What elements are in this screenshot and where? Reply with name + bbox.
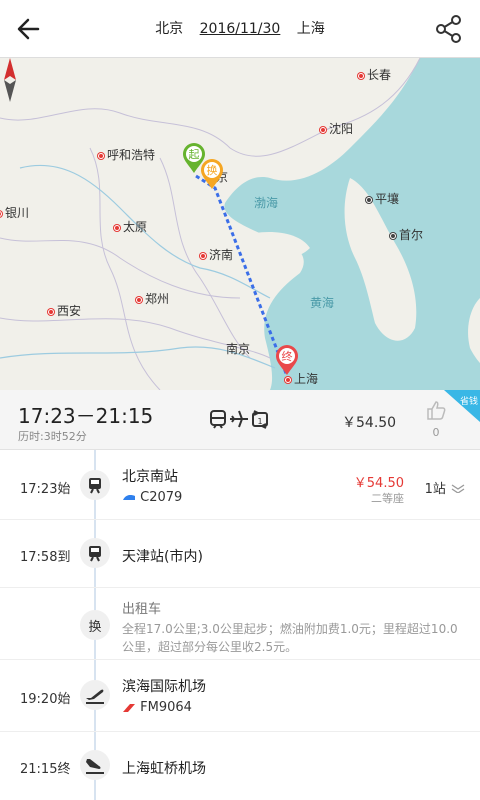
thumbs-up-icon	[427, 401, 446, 420]
route-map[interactable]: 长春 沈阳 呼和浩特 银川 太原 济南 郑州 西安 南京 上海 平壤 首尔 京 …	[0, 58, 480, 390]
city-label: 济南	[200, 246, 233, 263]
city-label: 长春	[358, 66, 391, 83]
end-pin-icon[interactable]: 终	[275, 344, 299, 376]
svg-text:终: 终	[282, 349, 293, 363]
travel-date[interactable]: 2016/11/30	[200, 21, 281, 37]
city-label: 首尔	[390, 226, 423, 243]
list-item[interactable]: 换 出租车 全程17.0公里;3.0公里起步；燃油附加费1.0元；里程超过10.…	[0, 588, 480, 660]
station-name: 上海虹桥机场	[122, 761, 206, 777]
sea-label: 黄海	[310, 296, 335, 310]
list-item[interactable]: 21:15终 上海虹桥机场	[0, 732, 480, 800]
step-time: 19:20始	[20, 692, 71, 707]
seat-class: 二等座	[371, 492, 404, 505]
list-item[interactable]: 19:20始 滨海国际机场 FM9064	[0, 660, 480, 732]
transfer-pin-icon[interactable]: 换	[200, 158, 224, 190]
origin-city: 北京	[155, 21, 184, 37]
transport-modes-icon: 1	[210, 410, 268, 429]
transfer-icon: 换	[80, 610, 110, 640]
city-label: 太原	[114, 218, 147, 235]
time-range: 17:23－21:15	[18, 404, 154, 428]
compass-icon[interactable]	[0, 58, 20, 102]
money-saving-badge: 省钱	[444, 390, 480, 422]
itinerary-steps: 17:23始 北京南站 C2079 ￥54.50 二等座 1站 17:58到 天…	[0, 450, 480, 800]
step-time: 17:23始	[20, 482, 71, 497]
route-title: 北京 2016/11/30 上海	[0, 18, 480, 38]
city-label: 南京	[226, 342, 251, 356]
destination-city: 上海	[296, 21, 325, 37]
city-label: 西安	[48, 302, 81, 319]
sea-label: 渤海	[254, 196, 279, 210]
top-bar: 北京 2016/11/30 上海	[0, 0, 480, 58]
city-label: 沈阳	[320, 120, 353, 137]
stops-toggle[interactable]: 1站	[425, 478, 466, 497]
city-label: 平壤	[366, 190, 399, 207]
train-icon	[80, 538, 110, 568]
transfer-description: 全程17.0公里;3.0公里起步；燃油附加费1.0元；里程超过10.0公里，超过…	[122, 622, 458, 654]
train-icon	[80, 470, 110, 500]
list-item[interactable]: 17:58到 天津站(市内)	[0, 520, 480, 588]
svg-text:1: 1	[257, 417, 262, 426]
step-time: 17:58到	[20, 550, 71, 565]
airline-logo-icon	[123, 703, 135, 712]
transfer-mode: 出租车	[122, 602, 162, 617]
plane-landing-icon	[80, 750, 110, 780]
plane-takeoff-icon	[80, 680, 110, 710]
share-icon	[436, 15, 461, 43]
list-item[interactable]: 17:23始 北京南站 C2079 ￥54.50 二等座 1站	[0, 450, 480, 520]
flight-number: FM9064	[122, 700, 192, 715]
high-speed-train-icon	[123, 494, 135, 500]
total-duration: 历时:3时52分	[18, 430, 87, 443]
chevron-down-icon	[451, 484, 465, 494]
station-name: 天津站(市内)	[122, 549, 203, 565]
stops-count: 1站	[424, 482, 446, 497]
total-price: ￥54.50	[342, 415, 397, 431]
station-name: 北京南站	[122, 469, 178, 485]
route-summary[interactable]: 17:23－21:15 历时:3时52分 1 ￥54.50 0	[0, 390, 480, 450]
city-label: 郑州	[136, 290, 169, 307]
svg-text:起: 起	[189, 148, 200, 161]
svg-text:换: 换	[207, 163, 218, 177]
step-time: 21:15终	[20, 762, 71, 777]
svg-text:省钱: 省钱	[460, 395, 478, 407]
ticket-price: ￥54.50	[353, 476, 404, 491]
city-label: 呼和浩特	[98, 146, 155, 163]
station-name: 滨海国际机场	[122, 679, 206, 695]
share-button[interactable]	[432, 12, 466, 46]
like-count: 0	[432, 426, 440, 439]
train-number: C2079	[122, 490, 182, 505]
city-label: 银川	[0, 204, 29, 221]
